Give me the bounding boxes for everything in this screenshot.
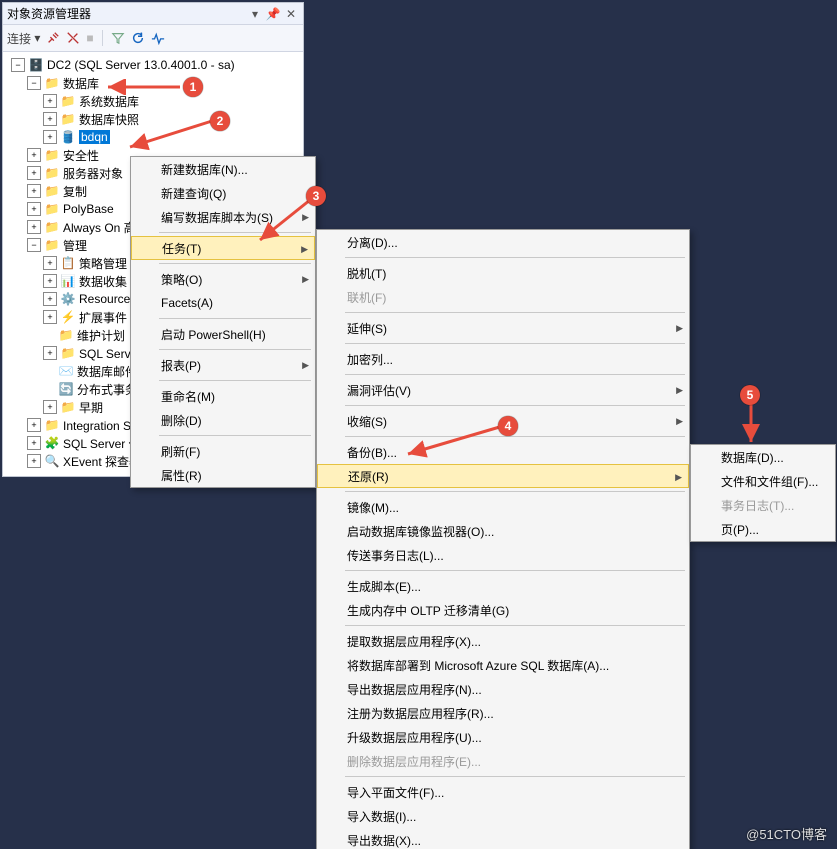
menu-separator — [159, 435, 311, 436]
step-badge-1: 1 — [183, 77, 203, 97]
task-generate-scripts[interactable]: 生成脚本(E)... — [317, 574, 689, 598]
panel-title-text: 对象资源管理器 — [7, 5, 245, 22]
task-mirror[interactable]: 镜像(M)... — [317, 495, 689, 519]
task-restore[interactable]: 还原(R) — [317, 464, 689, 488]
task-delete-dta: 删除数据层应用程序(E)... — [317, 749, 689, 773]
menu-separator — [159, 380, 311, 381]
menu-separator — [345, 776, 685, 777]
restore-page[interactable]: 页(P)... — [691, 517, 835, 541]
step-badge-4: 4 — [498, 416, 518, 436]
menu-separator — [345, 343, 685, 344]
connect-plug-icon[interactable] — [46, 31, 60, 45]
task-import-flat[interactable]: 导入平面文件(F)... — [317, 780, 689, 804]
menu-rename[interactable]: 重命名(M) — [131, 384, 315, 408]
menu-properties[interactable]: 属性(R) — [131, 463, 315, 487]
close-icon[interactable]: ✕ — [283, 7, 299, 21]
task-ship-log[interactable]: 传送事务日志(L)... — [317, 543, 689, 567]
task-vulnerability[interactable]: 漏洞评估(V) — [317, 378, 689, 402]
task-extract-dta[interactable]: 提取数据层应用程序(X)... — [317, 629, 689, 653]
stop-icon: ■ — [86, 31, 93, 45]
menu-separator — [345, 405, 685, 406]
menu-separator — [345, 436, 685, 437]
task-oltp-checklist[interactable]: 生成内存中 OLTP 迁移清单(G) — [317, 598, 689, 622]
menu-separator — [159, 349, 311, 350]
connect-button[interactable]: 连接 ▾ — [7, 30, 40, 47]
menu-separator — [159, 318, 311, 319]
panel-titlebar: 对象资源管理器 ▾ 📌 ✕ — [3, 3, 303, 25]
restore-txlog: 事务日志(T)... — [691, 493, 835, 517]
step-badge-2: 2 — [210, 111, 230, 131]
watermark: @51CTO博客 — [746, 824, 827, 843]
menu-separator — [345, 625, 685, 626]
step-badge-5: 5 — [740, 385, 760, 405]
arrow-5 — [736, 400, 766, 450]
menu-script-as[interactable]: 编写数据库脚本为(S) — [131, 205, 315, 229]
menu-policies[interactable]: 策略(O) — [131, 267, 315, 291]
task-backup[interactable]: 备份(B)... — [317, 440, 689, 464]
node-bdqn[interactable]: +🛢️bdqn — [7, 128, 303, 146]
menu-facets[interactable]: Facets(A) — [131, 291, 315, 315]
toolbar: 连接 ▾ ■ — [3, 25, 303, 52]
menu-new-database[interactable]: 新建数据库(N)... — [131, 157, 315, 181]
task-import-data[interactable]: 导入数据(I)... — [317, 804, 689, 828]
disconnect-icon[interactable] — [66, 31, 80, 45]
menu-powershell[interactable]: 启动 PowerShell(H) — [131, 322, 315, 346]
context-menu-database: 新建数据库(N)... 新建查询(Q) 编写数据库脚本为(S) 任务(T) 策略… — [130, 156, 316, 488]
task-deploy-azure[interactable]: 将数据库部署到 Microsoft Azure SQL 数据库(A)... — [317, 653, 689, 677]
menu-separator — [345, 374, 685, 375]
task-offline[interactable]: 脱机(T) — [317, 261, 689, 285]
node-databases[interactable]: −📁数据库 — [7, 74, 303, 92]
task-encrypt-columns[interactable]: 加密列... — [317, 347, 689, 371]
pin-icon[interactable]: 📌 — [265, 7, 281, 21]
menu-delete[interactable]: 删除(D) — [131, 408, 315, 432]
menu-separator — [345, 312, 685, 313]
menu-refresh[interactable]: 刷新(F) — [131, 439, 315, 463]
task-online: 联机(F) — [317, 285, 689, 309]
menu-separator — [345, 491, 685, 492]
dropdown-icon[interactable]: ▾ — [247, 7, 263, 21]
submenu-restore: 数据库(D)... 文件和文件组(F)... 事务日志(T)... 页(P)..… — [690, 444, 836, 542]
task-stretch[interactable]: 延伸(S) — [317, 316, 689, 340]
node-server[interactable]: −🗄️DC2 (SQL Server 13.0.4001.0 - sa) — [7, 56, 303, 74]
node-sysdb[interactable]: +📁系统数据库 — [7, 92, 303, 110]
submenu-tasks: 分离(D)... 脱机(T) 联机(F) 延伸(S) 加密列... 漏洞评估(V… — [316, 229, 690, 849]
task-launch-mirror-monitor[interactable]: 启动数据库镜像监视器(O)... — [317, 519, 689, 543]
step-badge-3: 3 — [306, 186, 326, 206]
activity-icon[interactable] — [151, 31, 165, 45]
task-upgrade-dta[interactable]: 升级数据层应用程序(U)... — [317, 725, 689, 749]
menu-new-query[interactable]: 新建查询(Q) — [131, 181, 315, 205]
menu-separator — [159, 232, 311, 233]
menu-separator — [345, 257, 685, 258]
restore-files-groups[interactable]: 文件和文件组(F)... — [691, 469, 835, 493]
task-detach[interactable]: 分离(D)... — [317, 230, 689, 254]
task-register-dta[interactable]: 注册为数据层应用程序(R)... — [317, 701, 689, 725]
filter-icon[interactable] — [111, 31, 125, 45]
task-export-dta[interactable]: 导出数据层应用程序(N)... — [317, 677, 689, 701]
menu-separator — [159, 263, 311, 264]
task-export-data[interactable]: 导出数据(X)... — [317, 828, 689, 849]
restore-database[interactable]: 数据库(D)... — [691, 445, 835, 469]
menu-tasks[interactable]: 任务(T) — [131, 236, 315, 260]
menu-separator — [345, 570, 685, 571]
node-snapshots[interactable]: +📁数据库快照 — [7, 110, 303, 128]
refresh-icon[interactable] — [131, 31, 145, 45]
menu-reports[interactable]: 报表(P) — [131, 353, 315, 377]
